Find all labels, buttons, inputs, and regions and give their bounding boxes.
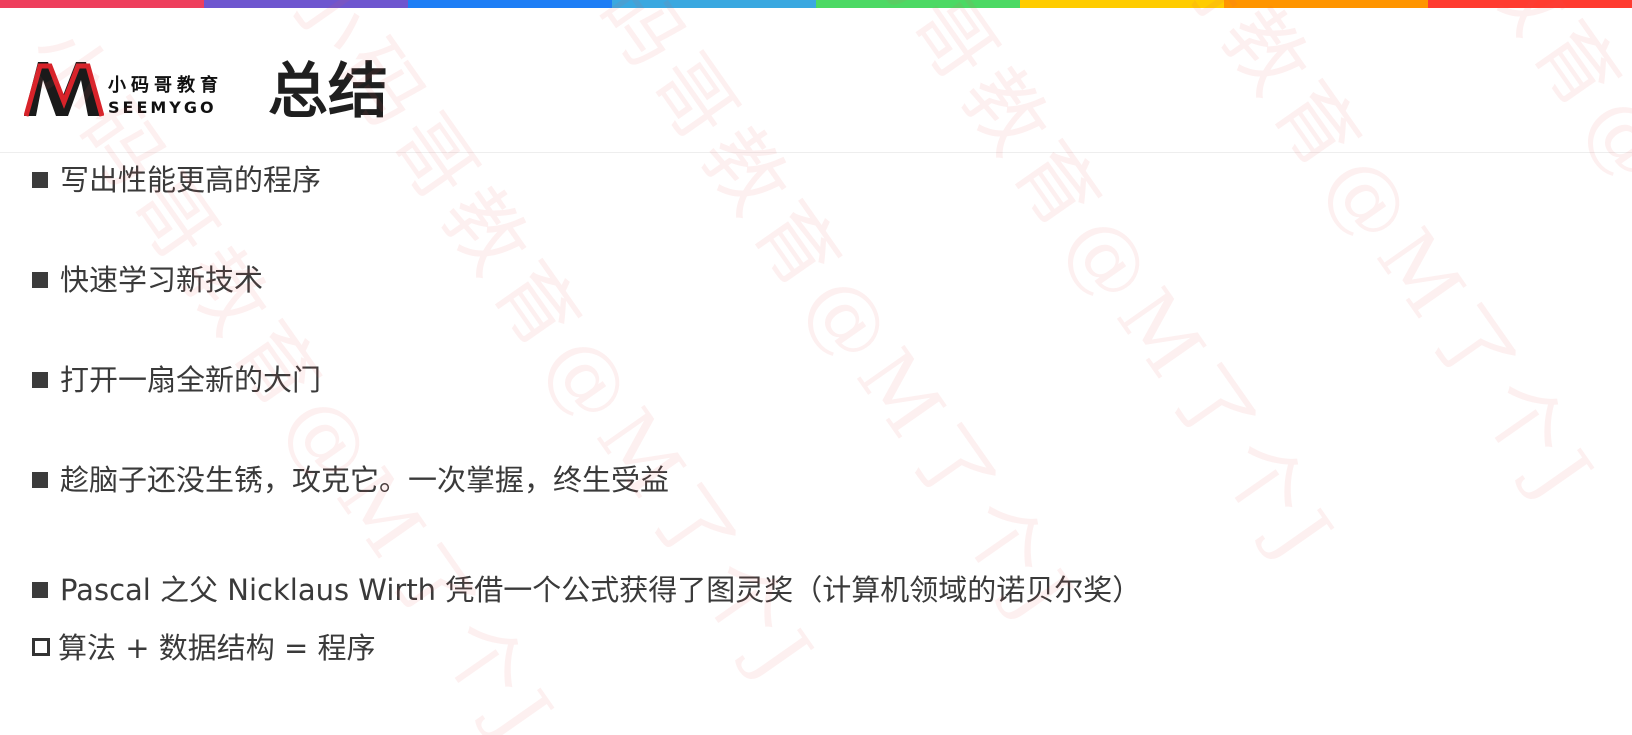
logo-english-text: SEEMYGO bbox=[108, 98, 217, 117]
rainbow-segment bbox=[0, 0, 204, 8]
rainbow-top-bar bbox=[0, 0, 1632, 8]
rainbow-segment bbox=[204, 0, 408, 8]
bullet-item: 趁脑子还没生锈，攻克它。一次掌握，终生受益 bbox=[32, 460, 669, 500]
square-bullet-icon bbox=[32, 582, 48, 598]
bullet-item: Pascal 之父 Nicklaus Wirth 凭借一个公式获得了图灵奖（计算… bbox=[32, 570, 1141, 610]
rainbow-segment bbox=[816, 0, 1020, 8]
square-bullet-icon bbox=[32, 272, 48, 288]
seemygo-logo-mark-icon bbox=[24, 62, 104, 117]
rainbow-segment bbox=[1020, 0, 1224, 8]
rainbow-segment bbox=[1224, 0, 1428, 8]
bullet-text: 算法 + 数据结构 = 程序 bbox=[58, 631, 376, 665]
rainbow-segment bbox=[1428, 0, 1632, 8]
rainbow-segment bbox=[612, 0, 816, 8]
bullet-text: 写出性能更高的程序 bbox=[60, 163, 322, 197]
hollow-square-bullet-icon bbox=[32, 638, 50, 656]
bullet-text: 打开一扇全新的大门 bbox=[60, 363, 322, 397]
bullet-item: 写出性能更高的程序 bbox=[32, 160, 321, 200]
bullet-text: Pascal 之父 Nicklaus Wirth 凭借一个公式获得了图灵奖（计算… bbox=[60, 573, 1142, 607]
bullet-text: 快速学习新技术 bbox=[60, 263, 264, 297]
slide-header bbox=[0, 8, 1632, 153]
square-bullet-icon bbox=[32, 372, 48, 388]
square-bullet-icon bbox=[32, 172, 48, 188]
seemygo-logo: 小码哥教育 SEEMYGO bbox=[24, 52, 234, 122]
bullet-item: 快速学习新技术 bbox=[32, 260, 263, 300]
bullet-item: 打开一扇全新的大门 bbox=[32, 360, 321, 400]
square-bullet-icon bbox=[32, 472, 48, 488]
logo-chinese-text: 小码哥教育 bbox=[108, 75, 223, 96]
sub-bullet-item: 算法 + 数据结构 = 程序 bbox=[32, 628, 375, 668]
page-title: 总结 bbox=[268, 57, 388, 127]
bullet-text: 趁脑子还没生锈，攻克它。一次掌握，终生受益 bbox=[60, 463, 670, 497]
rainbow-segment bbox=[408, 0, 612, 8]
